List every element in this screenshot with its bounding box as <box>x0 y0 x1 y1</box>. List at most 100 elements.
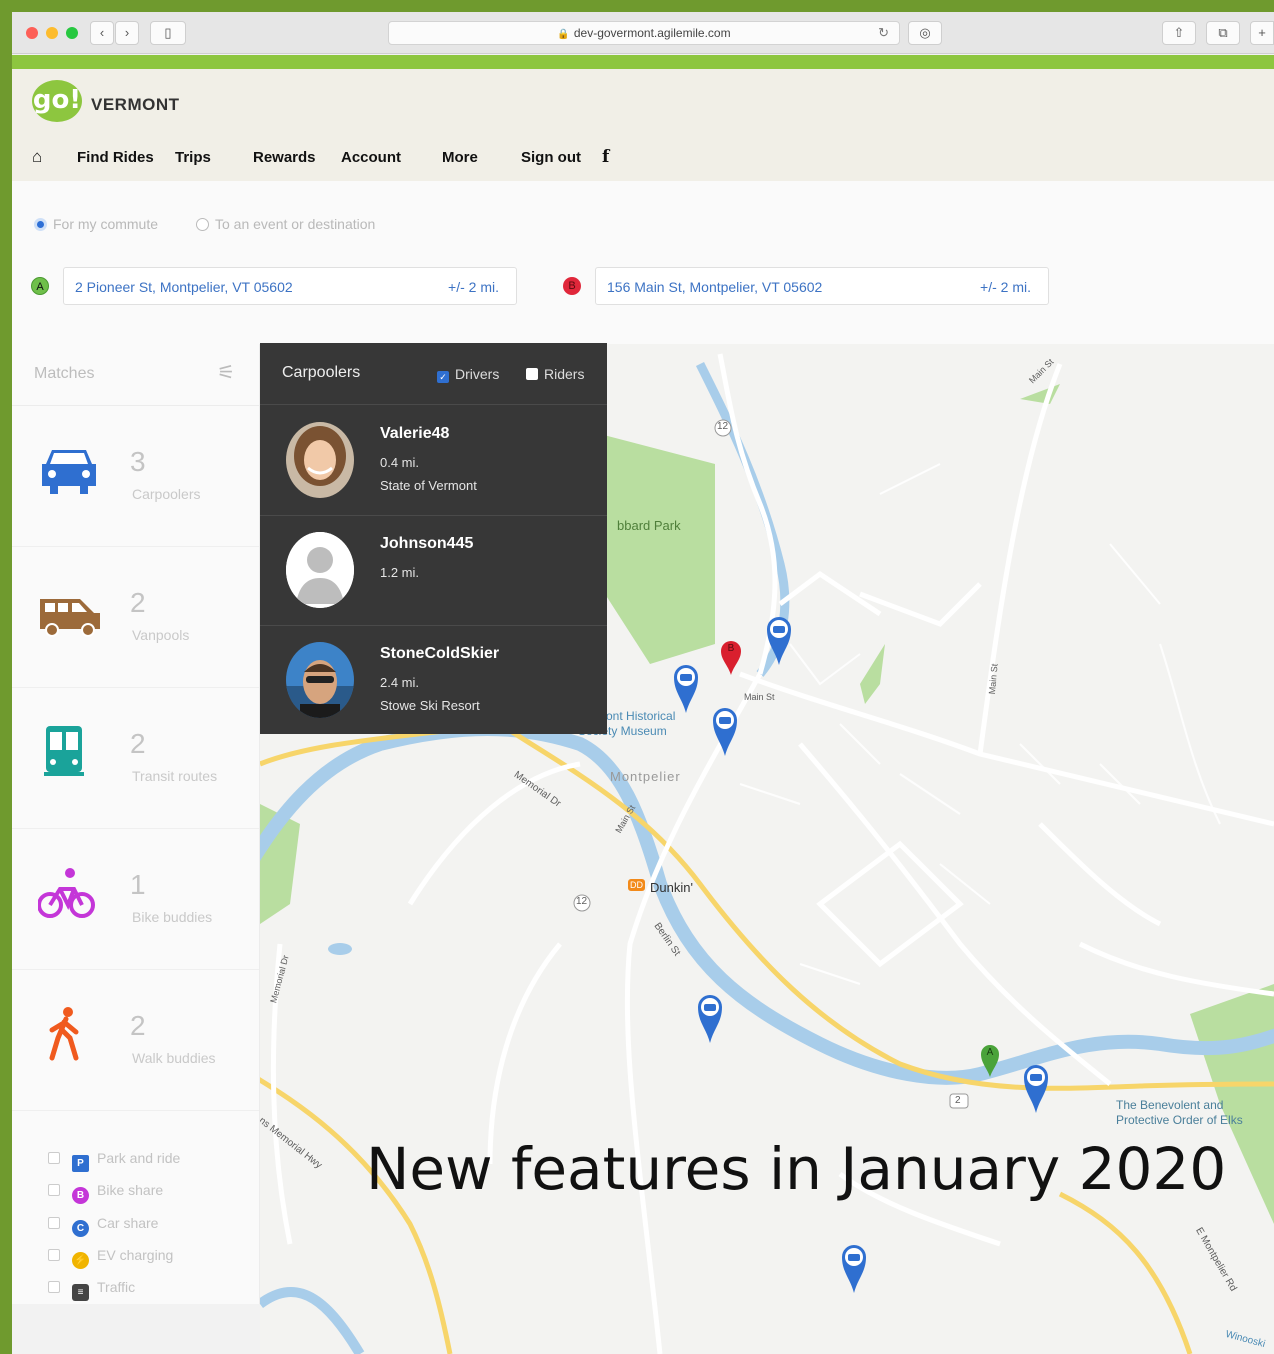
ev-charging-icon: ⚡ <box>72 1252 89 1269</box>
bike-label: Bike buddies <box>132 909 213 925</box>
carpooler-pin-icon[interactable] <box>1022 1062 1050 1114</box>
mode-carpoolers[interactable]: 3 Carpoolers <box>12 406 259 547</box>
poi-label: The Benevolent and Protective Order of E… <box>1116 1098 1243 1127</box>
parking-icon: P <box>72 1155 89 1172</box>
van-icon <box>40 599 100 637</box>
go-logo[interactable]: go! <box>32 80 82 122</box>
vanpools-count: 2 <box>130 587 146 618</box>
traffic-light-icon: ≡ <box>72 1284 89 1301</box>
layer-bike-share[interactable]: B Bike share <box>48 1182 163 1204</box>
matches-sidebar: Matches ⚟ 3 Carpoolers 2 Vanpools 2 Tran… <box>12 344 260 1304</box>
mode-vanpools[interactable]: 2 Vanpools <box>12 547 259 688</box>
car-share-icon: C <box>72 1220 89 1237</box>
browser-window: ‹ › ▯ 🔒 dev-govermont.agilemile.com ↻ ◎ ⇧… <box>12 12 1274 1354</box>
map-layers: P Park and ride B Bike share C Car share ⚡ E… <box>12 1124 259 1304</box>
forward-button[interactable]: › <box>115 21 139 45</box>
mode-bike[interactable]: 1 Bike buddies <box>12 829 259 970</box>
sidebar-toggle-icon[interactable]: ▯ <box>150 21 186 45</box>
layer-car-share[interactable]: C Car share <box>48 1215 158 1237</box>
mode-transit[interactable]: 2 Transit routes <box>12 688 259 829</box>
carpoolers-panel: Carpoolers ✓ Drivers Riders Valerie48 0.4… <box>260 343 607 734</box>
nav-account[interactable]: Account <box>341 149 401 166</box>
destination-address-field[interactable]: 156 Main St, Montpelier, VT 05602 +/- 2 … <box>595 267 1049 305</box>
carpooler-destination: State of Vermont <box>380 478 477 493</box>
back-button[interactable]: ‹ <box>90 21 114 45</box>
carpooler-item[interactable]: StoneColdSkier 2.4 mi. Stowe Ski Resort <box>260 626 607 736</box>
tabs-icon[interactable]: ⧉ <box>1206 21 1240 45</box>
origin-address-value: 2 Pioneer St, Montpelier, VT 05602 <box>75 279 293 295</box>
carpooler-pin-icon[interactable] <box>765 614 793 666</box>
carpoolers-panel-header: Carpoolers ✓ Drivers Riders <box>260 343 607 405</box>
filter-sliders-icon[interactable]: ⚟ <box>217 360 235 385</box>
carpooler-item[interactable]: Johnson445 1.2 mi. <box>260 516 607 626</box>
route-12-label: 12 <box>576 896 588 907</box>
layer-ev-charging[interactable]: ⚡ EV charging <box>48 1247 173 1269</box>
extension-icon[interactable]: ◎ <box>908 21 942 45</box>
default-avatar-icon <box>286 532 354 608</box>
trip-form: For my commute To an event or destinatio… <box>12 181 1274 344</box>
url-text: dev-govermont.agilemile.com <box>573 26 731 40</box>
facebook-icon[interactable]: f <box>602 147 609 167</box>
avatar <box>286 422 354 498</box>
carpooler-name: StoneColdSkier <box>380 645 500 662</box>
share-icon[interactable]: ⇧ <box>1162 21 1196 45</box>
home-icon[interactable]: ⌂ <box>32 147 42 167</box>
carpoolers-label: Carpoolers <box>132 486 201 502</box>
nav-sign-out[interactable]: Sign out <box>521 149 581 166</box>
destination-address-value: 156 Main St, Montpelier, VT 05602 <box>607 279 823 295</box>
address-bar[interactable]: 🔒 dev-govermont.agilemile.com ↻ <box>388 21 900 45</box>
layer-park-and-ride[interactable]: P Park and ride <box>48 1150 180 1172</box>
poi-label: Dunkin' <box>650 880 693 895</box>
nav-rewards[interactable]: Rewards <box>253 149 316 166</box>
carpooler-pin-icon[interactable] <box>840 1242 868 1294</box>
destination-pin-icon[interactable]: B <box>720 640 742 676</box>
route-12-label: 12 <box>717 421 729 432</box>
layer-traffic[interactable]: ≡ Traffic <box>48 1279 135 1301</box>
nav-more[interactable]: More <box>442 149 478 166</box>
avatar <box>286 642 354 718</box>
main-nav: ⌂ Find Rides Trips Rewards Account More … <box>12 147 712 167</box>
reload-icon[interactable]: ↻ <box>878 22 889 44</box>
street-label: Main St <box>744 692 775 702</box>
announcement-caption: New features in January 2020 <box>366 1135 1227 1203</box>
radio-for-commute[interactable]: For my commute <box>34 216 158 232</box>
carpooler-item[interactable]: Valerie48 0.4 mi. State of Vermont <box>260 406 607 516</box>
site-header: go! VERMONT ⌂ Find Rides Trips Rewards A… <box>12 69 1274 181</box>
transit-count: 2 <box>130 728 146 759</box>
destination-marker-icon: B <box>563 277 581 295</box>
zoom-window-button[interactable] <box>66 27 78 39</box>
drivers-checkbox[interactable]: ✓ Drivers <box>437 366 499 383</box>
radio-to-event[interactable]: To an event or destination <box>196 216 375 232</box>
origin-address-field[interactable]: 2 Pioneer St, Montpelier, VT 05602 +/- 2… <box>63 267 517 305</box>
lock-icon: 🔒 <box>557 29 570 40</box>
carpooler-pin-icon[interactable] <box>672 662 700 714</box>
walk-icon <box>49 1007 79 1061</box>
mode-walk[interactable]: 2 Walk buddies <box>12 970 259 1111</box>
bike-share-icon: B <box>72 1187 89 1204</box>
minimize-window-button[interactable] <box>46 27 58 39</box>
browser-toolbar: ‹ › ▯ 🔒 dev-govermont.agilemile.com ↻ ◎ ⇧… <box>12 12 1274 54</box>
route-2-label: 2 <box>955 1095 961 1106</box>
brand-name: VERMONT <box>91 95 180 114</box>
vanpools-label: Vanpools <box>132 627 190 643</box>
walk-count: 2 <box>130 1010 146 1041</box>
dunkin-icon: DD <box>628 879 645 891</box>
riders-checkbox[interactable]: Riders <box>526 366 584 382</box>
origin-radius-select[interactable]: +/- 2 mi. <box>448 279 499 295</box>
nav-find-rides[interactable]: Find Rides <box>77 149 154 166</box>
origin-pin-icon[interactable]: A <box>980 1044 1000 1078</box>
carpooler-pin-icon[interactable] <box>696 992 724 1044</box>
carpoolers-count: 3 <box>130 446 146 477</box>
nav-trips[interactable]: Trips <box>175 149 211 166</box>
new-tab-button[interactable]: + <box>1250 21 1274 45</box>
carpooler-destination: Stowe Ski Resort <box>380 698 480 713</box>
carpooler-pin-icon[interactable] <box>711 705 739 757</box>
transit-label: Transit routes <box>132 768 218 784</box>
close-window-button[interactable] <box>26 27 38 39</box>
carpooler-distance: 1.2 mi. <box>380 565 420 580</box>
accent-bar <box>12 55 1274 69</box>
origin-marker-icon: A <box>31 277 49 295</box>
walk-label: Walk buddies <box>132 1050 216 1066</box>
destination-radius-select[interactable]: +/- 2 mi. <box>980 279 1031 295</box>
car-icon <box>42 450 96 494</box>
